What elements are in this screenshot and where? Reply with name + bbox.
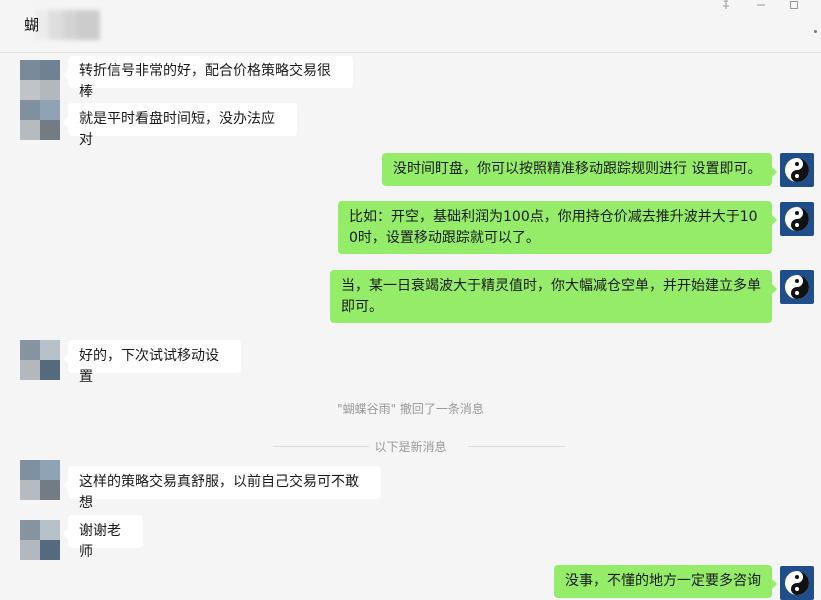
- message-bubble-outgoing[interactable]: 比如：开空，基础利润为100点，你用持仓价减去推升波并大于100时，设置移动跟踪…: [338, 201, 777, 254]
- contact-avatar[interactable]: [20, 460, 60, 500]
- message-bubble-incoming[interactable]: 好的，下次试试移动设置: [63, 340, 241, 385]
- divider-right: [468, 446, 565, 447]
- message-bubble-outgoing[interactable]: 当，某一日衰竭波大于精灵值时，你大幅减仓空单，并开始建立多单即可。: [330, 270, 777, 323]
- message-bubble-incoming[interactable]: 转折信号非常的好，配合价格策略交易很棒: [63, 56, 353, 100]
- minimize-icon[interactable]: [751, 0, 771, 12]
- yin-yang-icon[interactable]: [780, 270, 814, 304]
- chat-header: 蝴: [0, 0, 821, 53]
- yin-yang-icon[interactable]: [780, 202, 814, 236]
- message-bubble-outgoing[interactable]: 没时间盯盘，你可以按照精准移动跟踪规则进行 设置即可。: [382, 153, 777, 186]
- contact-avatar[interactable]: [20, 100, 60, 140]
- contact-avatar[interactable]: [20, 340, 60, 380]
- contact-avatar[interactable]: [20, 60, 60, 100]
- message-bubble-incoming[interactable]: 这样的策略交易真舒服，以前自己交易可不敢想: [63, 466, 381, 511]
- pin-icon[interactable]: [716, 0, 736, 12]
- yin-yang-icon[interactable]: [780, 153, 814, 187]
- message-bubble-incoming[interactable]: 谢谢老师: [63, 515, 143, 560]
- more-options-icon[interactable]: [814, 30, 817, 33]
- chat-title[interactable]: 蝴: [24, 14, 39, 35]
- yin-yang-icon[interactable]: [780, 566, 814, 600]
- maximize-icon[interactable]: [784, 0, 804, 12]
- new-messages-label: 以下是新消息: [374, 440, 447, 454]
- contact-avatar[interactable]: [20, 520, 60, 560]
- contact-name-blurred: [34, 10, 100, 40]
- recall-notice: "蝴蝶谷雨" 撤回了一条消息: [337, 402, 484, 416]
- message-bubble-outgoing[interactable]: 没事，不懂的地方一定要多咨询: [554, 565, 777, 598]
- message-bubble-incoming[interactable]: 就是平时看盘时间短，没办法应对: [63, 103, 297, 148]
